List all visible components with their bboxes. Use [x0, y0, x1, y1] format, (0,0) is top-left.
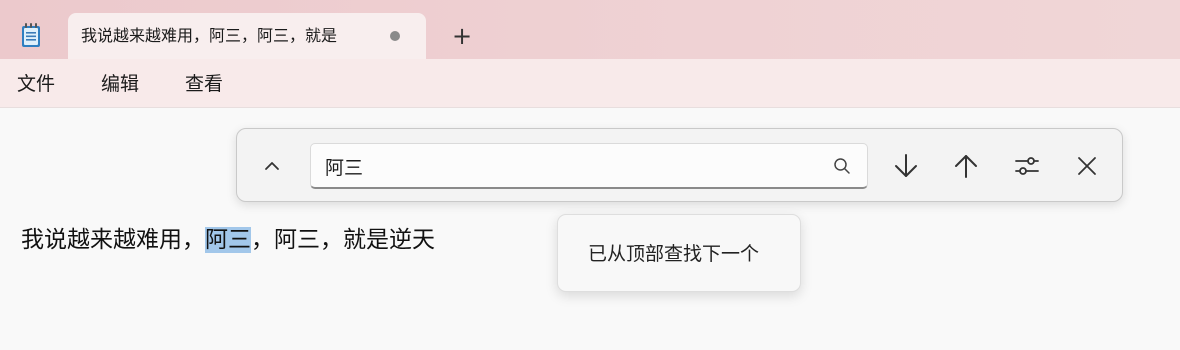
notepad-app-icon	[22, 23, 40, 47]
text-after-match: ，阿三，就是逆天	[251, 227, 435, 253]
wrap-around-tooltip: 已从顶部查找下一个	[557, 214, 801, 292]
tab-document[interactable]: 我说越来越难用，阿三，阿三，就是	[68, 13, 426, 59]
new-tab-button[interactable]: +	[443, 21, 481, 51]
tab-title: 我说越来越难用，阿三，阿三，就是	[81, 26, 338, 45]
menu-file[interactable]: 文件	[17, 71, 55, 97]
chevron-up-icon	[265, 162, 279, 170]
text-before-match: 我说越来越难用，	[21, 227, 205, 253]
unsaved-indicator-icon[interactable]	[390, 31, 400, 41]
search-box[interactable]	[310, 143, 868, 189]
close-icon	[1078, 157, 1096, 175]
arrow-down-icon	[895, 154, 917, 177]
arrow-up-icon	[955, 155, 977, 178]
menu-bar: 文件 编辑 查看	[0, 59, 1180, 108]
document-text-line[interactable]: 我说越来越难用，阿三，阿三，就是逆天	[21, 223, 435, 257]
menu-edit[interactable]: 编辑	[101, 71, 139, 97]
find-next-button[interactable]	[888, 148, 924, 184]
menu-view[interactable]: 查看	[185, 71, 223, 97]
find-bar	[236, 128, 1123, 202]
settings-sliders-icon	[1015, 157, 1039, 175]
highlighted-match: 阿三	[205, 227, 251, 253]
toggle-replace-button[interactable]	[254, 148, 290, 184]
close-find-button[interactable]	[1069, 148, 1105, 184]
title-bar: 我说越来越难用，阿三，阿三，就是 +	[0, 0, 1180, 59]
tooltip-text: 已从顶部查找下一个	[588, 243, 760, 265]
find-previous-button[interactable]	[948, 148, 984, 184]
search-icon[interactable]	[832, 156, 852, 176]
search-options-button[interactable]	[1009, 148, 1045, 184]
search-input[interactable]	[325, 153, 815, 179]
